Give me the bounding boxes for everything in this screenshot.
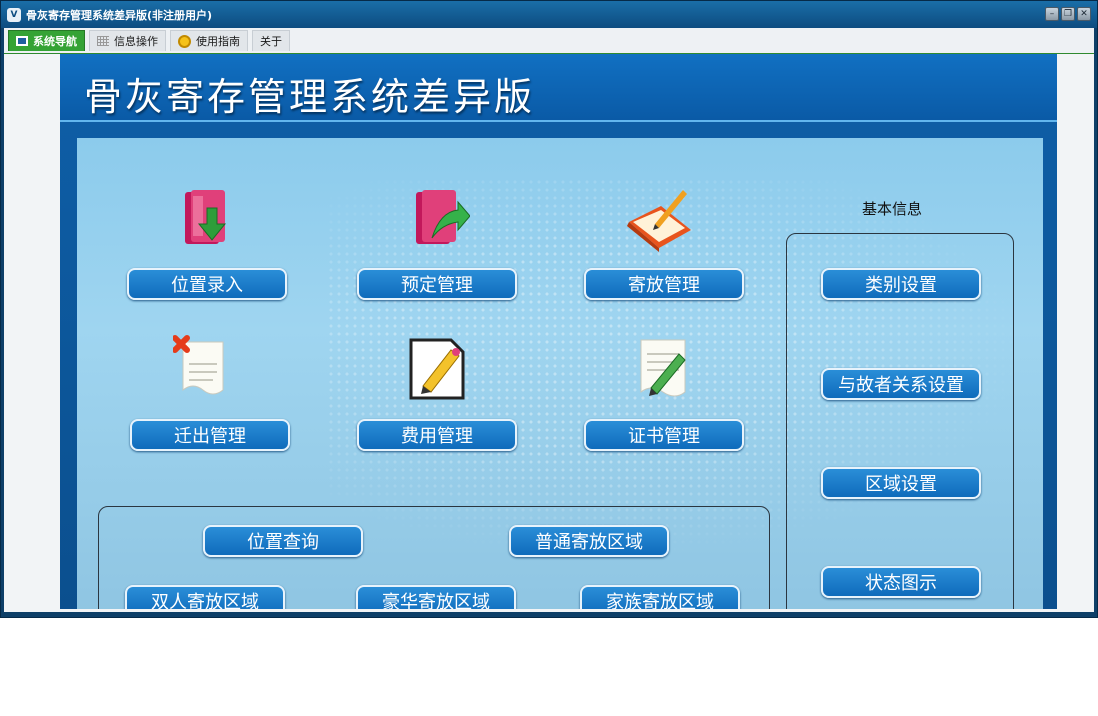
folder-arrow-icon [416, 190, 470, 244]
relation-settings-button[interactable]: 与故者关系设置 [821, 368, 981, 400]
status-legend-button[interactable]: 状态图示 [821, 566, 981, 598]
clock-icon [178, 34, 191, 48]
nav-panel: 骨灰寄存管理系统差异版 位置录入 预定管理 寄放管理 迁出管理 费用管理 证书管… [60, 54, 1057, 609]
fee-management-button[interactable]: 费用管理 [357, 419, 517, 451]
app-icon: V [7, 7, 21, 22]
close-icon[interactable]: ✕ [1077, 7, 1091, 21]
edit-document-icon [409, 338, 465, 400]
move-out-management-button[interactable]: 迁出管理 [130, 419, 290, 451]
reservation-management-button[interactable]: 预定管理 [357, 268, 517, 300]
position-query-button[interactable]: 位置查询 [203, 525, 363, 557]
tab-label: 信息操作 [114, 35, 158, 48]
region-settings-button[interactable]: 区域设置 [821, 467, 981, 499]
tab-system-nav[interactable]: 系统导航 [8, 30, 85, 51]
family-area-button[interactable]: 家族寄放区域 [580, 585, 740, 609]
restore-icon[interactable]: ❐ [1061, 7, 1075, 21]
app-window: V 骨灰寄存管理系统差异版(非注册用户) – ❐ ✕ 系统导航 信息操作 使用指… [0, 0, 1098, 618]
grid-icon [97, 36, 109, 46]
banner: 骨灰寄存管理系统差异版 [60, 54, 1057, 120]
tab-about[interactable]: 关于 [252, 30, 290, 51]
content-area: 位置录入 预定管理 寄放管理 迁出管理 费用管理 证书管理 位置查询 普通寄放区… [77, 138, 1043, 609]
client-area: 骨灰寄存管理系统差异版 位置录入 预定管理 寄放管理 迁出管理 费用管理 证书管… [4, 54, 1094, 612]
divider [60, 120, 1057, 122]
document-remove-icon [173, 335, 224, 395]
luxury-area-button[interactable]: 豪华寄放区域 [356, 585, 516, 609]
tab-label: 系统导航 [33, 35, 77, 48]
tab-strip: 系统导航 信息操作 使用指南 关于 [4, 28, 1094, 55]
tab-guide[interactable]: 使用指南 [170, 30, 248, 51]
folder-pen-icon [627, 190, 691, 252]
title-bar: V 骨灰寄存管理系统差异版(非注册用户) – ❐ ✕ [1, 1, 1097, 28]
page-title: 骨灰寄存管理系统差异版 [84, 75, 536, 119]
window-title: 骨灰寄存管理系统差异版(非注册用户) [26, 8, 213, 22]
tab-label: 关于 [260, 35, 282, 48]
basic-info-title: 基本信息 [862, 200, 923, 218]
double-area-button[interactable]: 双人寄放区域 [125, 585, 285, 609]
tab-label: 使用指南 [196, 35, 240, 48]
certificate-pen-icon [640, 339, 686, 397]
certificate-management-button[interactable]: 证书管理 [584, 419, 744, 451]
category-settings-button[interactable]: 类别设置 [821, 268, 981, 300]
position-entry-button[interactable]: 位置录入 [127, 268, 287, 300]
normal-area-button[interactable]: 普通寄放区域 [509, 525, 669, 557]
minimize-icon[interactable]: – [1045, 7, 1059, 21]
storage-management-button[interactable]: 寄放管理 [584, 268, 744, 300]
monitor-icon [16, 36, 28, 46]
tab-info-ops[interactable]: 信息操作 [89, 30, 166, 51]
folder-down-icon [185, 190, 227, 244]
